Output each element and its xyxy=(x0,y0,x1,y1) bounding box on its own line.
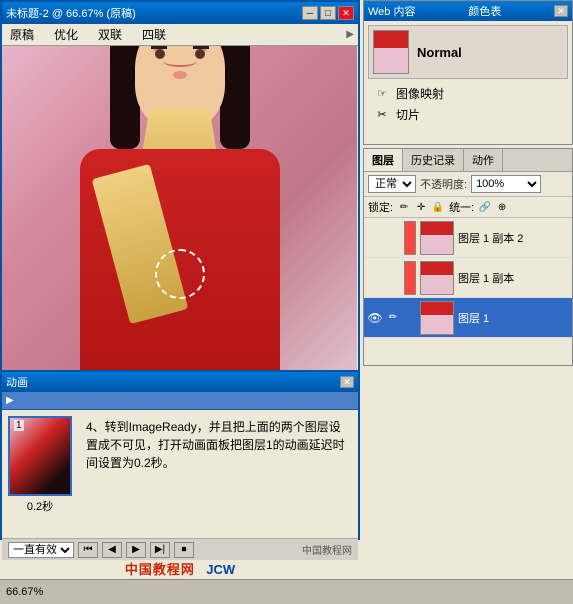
layer-row-copy1[interactable]: 图层 1 副本 xyxy=(364,258,572,298)
frame-number-1: 1 xyxy=(14,420,24,431)
web-thumbnail xyxy=(373,30,409,74)
web-tools: ☞ 图像映射 ✂ 切片 xyxy=(368,83,568,125)
anim-strip-arrow: ▶ xyxy=(2,393,18,408)
web-panel-tab2[interactable]: 颜色表 xyxy=(468,3,501,19)
bottom-status-bar: 66.67% xyxy=(0,579,573,604)
anim-description-text: 4、转到ImageReady，并且把上面的两个图层设置成不可见，打开动画面板把图… xyxy=(86,420,345,470)
web-content-area: Normal ☞ 图像映射 ✂ 切片 xyxy=(364,21,572,129)
animation-panel: 动画 ✕ ▶ 1 0.2秒 4、转到ImageReady，并且把上面的两个图层设… xyxy=(0,370,360,540)
layer-row-base[interactable]: 👁 ✏ 图层 1 xyxy=(364,298,572,338)
window-menu: 原稿 优化 双联 四联 ▶ xyxy=(2,24,358,46)
anim-content: 1 0.2秒 4、转到ImageReady，并且把上面的两个图层设置成不可见，打… xyxy=(2,410,358,538)
anim-first-button[interactable]: ⏮ xyxy=(78,542,98,558)
layer-thumbnail xyxy=(420,301,454,335)
layers-tabs: 图层 历史记录 动作 xyxy=(364,149,572,172)
web-panel-close-button[interactable]: ✕ xyxy=(554,5,568,17)
image-map-icon: ☞ xyxy=(374,86,390,102)
lock-icons: ✏ ✛ 🔒 xyxy=(397,200,445,214)
tab-history[interactable]: 历史记录 xyxy=(403,149,464,171)
anim-close-button[interactable]: ✕ xyxy=(340,376,354,388)
menu-item-quad[interactable]: 四联 xyxy=(138,24,170,45)
anim-controls: 一直有效 ⏮ ◀ ▶ ▶| ⏹ 中国教程网 xyxy=(2,538,358,560)
lock-label: 锁定: xyxy=(368,199,393,215)
web-normal-label: Normal xyxy=(417,45,462,60)
watermark-cn-text: 中国教程网 xyxy=(125,562,195,577)
lock-move-icon[interactable]: ✛ xyxy=(414,200,428,214)
anim-strip-header: ▶ xyxy=(2,392,358,410)
anim-footer-icons: 中国教程网 xyxy=(302,542,352,557)
tab-layers[interactable]: 图层 xyxy=(364,149,403,171)
anim-titlebar: 动画 ✕ xyxy=(2,372,358,392)
maximize-button[interactable]: □ xyxy=(320,6,336,20)
layers-lock-bar: 锁定: ✏ ✛ 🔒 统一: 🔗 ⊕ xyxy=(364,197,572,218)
layer-visibility-icon[interactable] xyxy=(368,231,382,245)
layer-color-box xyxy=(404,221,416,255)
web-thumbnail-inner xyxy=(374,31,408,73)
anim-play-button[interactable]: ▶ xyxy=(126,542,146,558)
layer-brush-icon xyxy=(386,231,400,245)
anim-description: 4、转到ImageReady，并且把上面的两个图层设置成不可见，打开动画面板把图… xyxy=(78,410,358,538)
anim-stop-button[interactable]: ⏹ xyxy=(174,542,194,558)
slice-icon: ✂ xyxy=(374,107,390,123)
main-window-title: 未标题-2 @ 66.67% (原稿) xyxy=(6,5,136,21)
unite-icons: 🔗 ⊕ xyxy=(478,200,509,214)
anim-frames: 1 0.2秒 xyxy=(2,410,78,538)
layers-panel: 图层 历史记录 动作 正常 不透明度: 100% 锁定: ✏ ✛ 🔒 统一: 🔗… xyxy=(363,148,573,366)
web-tool-image-map[interactable]: ☞ 图像映射 xyxy=(374,85,562,102)
layer-color-box xyxy=(404,261,416,295)
main-window-titlebar: 未标题-2 @ 66.67% (原稿) ─ □ ✕ xyxy=(2,2,358,24)
layer-visibility-icon[interactable]: 👁 xyxy=(368,311,382,325)
layer-name-base: 图层 1 xyxy=(458,310,568,326)
layer-row-copy2[interactable]: 图层 1 副本 2 xyxy=(364,218,572,258)
frame-box-1: 1 xyxy=(8,416,72,496)
tab-actions[interactable]: 动作 xyxy=(464,149,503,171)
unite-label: 统一: xyxy=(449,199,474,215)
layer-name-copy2: 图层 1 副本 2 xyxy=(458,230,568,246)
anim-frame-1[interactable]: 1 0.2秒 xyxy=(8,416,72,514)
anim-next-button[interactable]: ▶| xyxy=(150,542,170,558)
web-tool2-label: 切片 xyxy=(396,106,420,123)
opacity-select[interactable]: 100% xyxy=(471,175,541,193)
close-button[interactable]: ✕ xyxy=(338,6,354,20)
web-panel-header: Web 内容 颜色表 ✕ xyxy=(364,1,572,21)
watermark-area: 中国教程网 JCW xyxy=(0,559,360,578)
web-tool1-label: 图像映射 xyxy=(396,85,444,102)
menu-arrow-icon: ▶ xyxy=(346,29,354,40)
anim-loop-select[interactable]: 一直有效 xyxy=(8,542,74,558)
layer-name-copy1: 图层 1 副本 xyxy=(458,270,568,286)
blend-mode-select[interactable]: 正常 xyxy=(368,175,416,193)
titlebar-buttons: ─ □ ✕ xyxy=(302,6,354,20)
circle-selection xyxy=(155,249,205,299)
lock-pixels-icon[interactable]: ✏ xyxy=(397,200,411,214)
watermark-site: 中国教程网 xyxy=(302,542,352,557)
frame-duration-1: 0.2秒 xyxy=(27,498,53,514)
layer-visibility-icon[interactable] xyxy=(368,271,382,285)
main-canvas-window: 未标题-2 @ 66.67% (原稿) ─ □ ✕ 原稿 优化 双联 四联 ▶ xyxy=(0,0,360,430)
lock-all-icon[interactable]: 🔒 xyxy=(431,200,445,214)
web-panel-tab1[interactable]: Web 内容 xyxy=(368,3,415,19)
web-tool-slice[interactable]: ✂ 切片 xyxy=(374,106,562,123)
watermark-logo-text: JCW xyxy=(206,562,235,577)
layer-thumbnail xyxy=(420,261,454,295)
layer-brush-icon: ✏ xyxy=(386,311,400,325)
layer-thumbnail xyxy=(420,221,454,255)
menu-item-optimize[interactable]: 优化 xyxy=(50,24,82,45)
layers-controls: 正常 不透明度: 100% xyxy=(364,172,572,197)
unite-icon2[interactable]: ⊕ xyxy=(495,200,509,214)
layer-brush-icon xyxy=(386,271,400,285)
menu-item-original[interactable]: 原稿 xyxy=(6,24,38,45)
anim-title: 动画 xyxy=(6,374,28,390)
unite-icon1[interactable]: 🔗 xyxy=(478,200,492,214)
zoom-level: 66.67% xyxy=(6,586,43,598)
opacity-label: 不透明度: xyxy=(420,176,467,192)
web-content-panel: Web 内容 颜色表 ✕ Normal ☞ 图像映射 ✂ 切片 xyxy=(363,0,573,145)
web-normal-item: Normal xyxy=(368,25,568,79)
anim-prev-button[interactable]: ◀ xyxy=(102,542,122,558)
menu-item-double[interactable]: 双联 xyxy=(94,24,126,45)
minimize-button[interactable]: ─ xyxy=(302,6,318,20)
